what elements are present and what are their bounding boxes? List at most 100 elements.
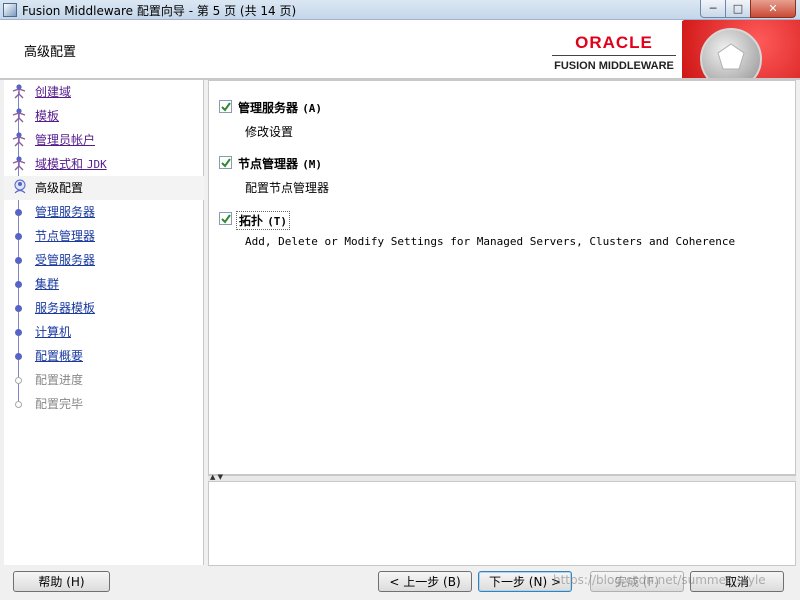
nav-step-label: 服务器模板: [35, 299, 95, 316]
dot-icon: [15, 233, 22, 240]
current-step-icon: [13, 179, 26, 194]
option-checkbox[interactable]: [219, 100, 232, 113]
option-mnemonic: (M): [302, 158, 323, 171]
nav-step[interactable]: 创建域: [4, 80, 204, 104]
help-button[interactable]: 帮助 (H): [13, 571, 110, 592]
option-label[interactable]: 拓扑 (T): [236, 211, 291, 230]
option-label-text: 管理服务器: [238, 101, 303, 115]
nav-step-label: 配置概要: [35, 347, 83, 364]
option-description: Add, Delete or Modify Settings for Manag…: [245, 235, 736, 248]
nav-step-text: 域模式和: [35, 157, 87, 171]
nav-step[interactable]: 配置概要: [4, 344, 204, 368]
step-dot-icon: [13, 303, 24, 314]
watermark: https://blog.csdn.net/summer_style: [553, 573, 766, 587]
nav-step[interactable]: 域模式和 JDK: [4, 152, 204, 176]
wizard-step-nav: 创建域 模板 管理员帐户 域模式和 JDK 高级配置 管理服务器 节点管理器 受管服务器 集群服…: [4, 80, 204, 565]
nav-step-label: 高级配置: [35, 179, 83, 196]
nav-step[interactable]: 受管服务器: [4, 248, 204, 272]
back-button[interactable]: < 上一步 (B): [378, 571, 472, 592]
visited-step-icon: [12, 108, 26, 123]
maximize-button[interactable]: □: [725, 0, 751, 18]
minimize-button[interactable]: ─: [700, 0, 726, 18]
checkmark-icon: [221, 102, 231, 112]
step-empty-dot-icon: [13, 399, 24, 410]
app-icon: [3, 3, 17, 17]
nav-step[interactable]: 管理服务器: [4, 200, 204, 224]
nav-step-label: 集群: [35, 275, 59, 292]
step-dot-icon: [13, 255, 24, 266]
option-mnemonic: (A): [302, 102, 323, 115]
step-dot-icon: [13, 351, 24, 362]
oracle-brand-text: ORACLE: [575, 33, 653, 52]
nav-step[interactable]: 服务器模板: [4, 296, 204, 320]
option-checkbox[interactable]: [219, 156, 232, 169]
option-label[interactable]: 节点管理器 (M): [236, 155, 324, 172]
nav-step-label: 管理员帐户: [35, 131, 95, 148]
nav-step-label: 配置进度: [35, 371, 83, 388]
hollow-dot-icon: [15, 377, 22, 384]
step-dot-icon: [13, 231, 24, 242]
nav-step-label: 计算机: [35, 323, 71, 340]
nav-step-label: 管理服务器: [35, 203, 95, 220]
option-description: 修改设置: [245, 125, 294, 139]
step-dot-icon: [13, 327, 24, 338]
nav-step-text: 管理服务器: [35, 205, 96, 219]
nav-step[interactable]: 高级配置: [4, 176, 204, 200]
nav-step: 配置进度: [4, 368, 204, 392]
splitter-arrows-icon: ▲ ▼: [210, 473, 223, 481]
visited-step-icon: [12, 84, 26, 99]
step-dot-icon: [13, 207, 24, 218]
title-bar: Fusion Middleware 配置向导 - 第 5 页 (共 14 页) …: [0, 0, 800, 20]
wizard-header: 高级配置 ORACLE FUSION MIDDLEWARE: [0, 20, 800, 78]
nav-step-text: 服务器模板: [35, 301, 96, 315]
nav-step-text: 节点管理器: [35, 229, 96, 243]
nav-step[interactable]: 集群: [4, 272, 204, 296]
nav-step-text: 配置概要: [35, 349, 84, 363]
nav-step-label: 域模式和 JDK: [35, 155, 107, 172]
option-label-text: 节点管理器: [238, 157, 303, 171]
hollow-dot-icon: [15, 401, 22, 408]
nav-step-label: 受管服务器: [35, 251, 95, 268]
nav-step-text: 模板: [35, 109, 60, 123]
nav-step: 配置完毕: [4, 392, 204, 416]
option-label[interactable]: 管理服务器 (A): [236, 99, 324, 116]
visited-step-icon: [12, 132, 26, 147]
nav-step-text: 配置完毕: [35, 397, 84, 411]
dot-icon: [15, 329, 22, 336]
nav-step-text: 集群: [35, 277, 60, 291]
nav-step-text: 高级配置: [35, 181, 84, 195]
message-pane: [208, 481, 796, 566]
window-title: Fusion Middleware 配置向导 - 第 5 页 (共 14 页): [22, 4, 297, 18]
option-checkbox[interactable]: [219, 212, 232, 225]
nav-step-label: 节点管理器: [35, 227, 95, 244]
oracle-logo: ORACLE FUSION MIDDLEWARE: [552, 34, 676, 72]
dot-icon: [15, 353, 22, 360]
nav-step-label: 模板: [35, 107, 59, 124]
step-dot-icon: [13, 279, 24, 290]
nav-step-text: 管理员帐户: [35, 133, 96, 147]
nav-step[interactable]: 管理员帐户: [4, 128, 204, 152]
logo-rule: [552, 55, 676, 56]
pentagon-icon: [717, 43, 745, 70]
dot-icon: [15, 209, 22, 216]
dot-icon: [15, 257, 22, 264]
header-emblem: [682, 20, 800, 78]
nav-step-mono-text: JDK: [86, 158, 107, 171]
fusion-middleware-text: FUSION MIDDLEWARE: [554, 60, 674, 72]
nav-step[interactable]: 计算机: [4, 320, 204, 344]
checkmark-icon: [221, 158, 231, 168]
page-title: 高级配置: [24, 45, 77, 60]
nav-step-label: 创建域: [35, 83, 71, 100]
nav-step-text: 计算机: [35, 325, 72, 339]
nav-step-text: 受管服务器: [35, 253, 96, 267]
option-description: 配置节点管理器: [245, 181, 330, 195]
nav-step[interactable]: 节点管理器: [4, 224, 204, 248]
visited-step-icon: [12, 156, 26, 171]
nav-step-text: 配置进度: [35, 373, 84, 387]
nav-step-label: 配置完毕: [35, 395, 83, 412]
checkmark-icon: [221, 214, 231, 224]
nav-step-text: 创建域: [35, 85, 72, 99]
nav-step[interactable]: 模板: [4, 104, 204, 128]
options-panel: 管理服务器 (A) 修改设置节点管理器 (M) 配置节点管理器拓扑 (T) Add, …: [208, 80, 796, 475]
close-button[interactable]: ✕: [750, 0, 796, 18]
